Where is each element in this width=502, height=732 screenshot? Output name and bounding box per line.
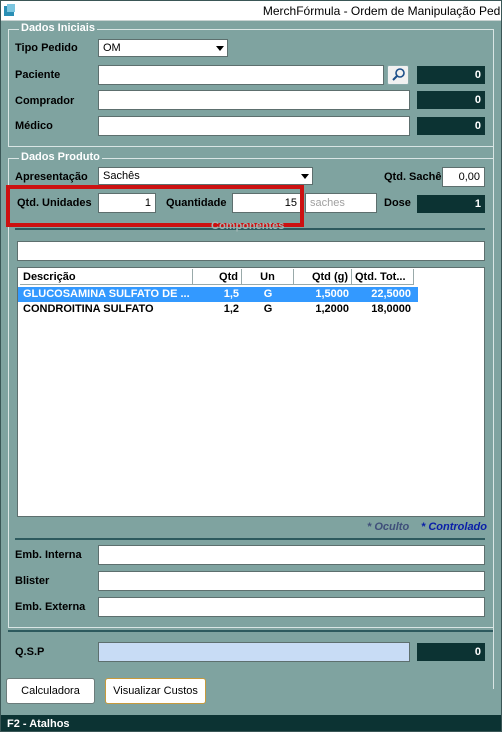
comprador-label: Comprador (15, 95, 75, 107)
blister-label: Blister (15, 575, 50, 587)
dados-produto-label: Dados Produto (19, 151, 102, 163)
order-window: MerchFórmula - Ordem de Manipulação Pedi… (0, 0, 502, 732)
column-qtd-g[interactable]: Qtd (g) (294, 269, 352, 285)
column-un[interactable]: Un (242, 269, 294, 285)
medico-label: Médico (15, 120, 53, 132)
qsp-label: Q.S.P (15, 646, 45, 658)
componentes-search-input[interactable] (17, 241, 485, 261)
column-qtd[interactable]: Qtd (193, 269, 242, 285)
cell-qtd: 1,5 (223, 288, 239, 300)
apresentacao-select[interactable]: Sachês (98, 167, 313, 185)
cell-qtd-tot: 22,5000 (371, 288, 411, 300)
tipo-pedido-label: Tipo Pedido (15, 42, 78, 54)
apresentacao-value: Sachês (103, 170, 140, 182)
legend-oculto: * Oculto (367, 521, 410, 533)
medico-counter: 0 (417, 117, 485, 135)
column-descricao[interactable]: Descrição (20, 269, 193, 285)
calculadora-button[interactable]: Calculadora (6, 678, 95, 704)
emb-externa-input[interactable] (98, 597, 485, 617)
comprador-counter: 0 (417, 91, 485, 109)
componentes-table[interactable]: Descrição Qtd Un Qtd (g) Qtd. Tot... GLU… (17, 267, 485, 517)
tipo-pedido-value: OM (103, 42, 121, 54)
tipo-pedido-select[interactable]: OM (98, 39, 228, 57)
medico-input[interactable] (98, 116, 410, 136)
right-panel-edge (493, 29, 501, 689)
dose-counter: 1 (417, 195, 485, 213)
dados-iniciais-label: Dados Iniciais (19, 22, 97, 34)
qsp-divider (8, 630, 494, 632)
table-row[interactable]: CONDROITINA SULFATO 1,2 G 1,2000 18,0000 (18, 302, 418, 317)
visualizar-custos-button[interactable]: Visualizar Custos (105, 678, 206, 704)
cell-qtd-tot: 18,0000 (371, 303, 411, 315)
componentes-label: Componentes (211, 220, 285, 232)
comprador-input[interactable] (98, 90, 410, 110)
blister-input[interactable] (98, 571, 485, 591)
embalagens-divider (15, 538, 485, 540)
paciente-input[interactable] (98, 65, 384, 85)
dose-label: Dose (384, 197, 411, 209)
app-icon (4, 4, 15, 16)
dropdown-arrow-icon (301, 174, 309, 179)
unidade-field: saches (305, 193, 377, 213)
cell-descricao: CONDROITINA SULFATO (23, 303, 154, 315)
emb-interna-input[interactable] (98, 545, 485, 565)
cell-un: G (263, 303, 273, 315)
emb-interna-label: Emb. Interna (15, 549, 82, 561)
emb-externa-label: Emb. Externa (15, 601, 86, 613)
search-icon (392, 68, 405, 81)
table-header: Descrição Qtd Un Qtd (g) Qtd. Tot... (18, 268, 484, 286)
legend-controlado: * Controlado (421, 521, 487, 533)
cell-qtd-g: 1,2000 (315, 303, 349, 315)
title-bar: MerchFórmula - Ordem de Manipulação Pedi (1, 1, 502, 21)
qtd-sache-input[interactable]: 0,00 (442, 167, 485, 187)
cell-un: G (263, 288, 273, 300)
column-qtd-tot[interactable]: Qtd. Tot... (352, 269, 414, 285)
dropdown-arrow-icon (216, 46, 224, 51)
cell-descricao: GLUCOSAMINA SULFATO DE ... (23, 288, 190, 300)
qsp-input[interactable] (98, 642, 410, 662)
qtd-sache-label: Qtd. Sachê (384, 171, 442, 183)
window-title: MerchFórmula - Ordem de Manipulação Pedi (262, 4, 502, 18)
paciente-search-button[interactable] (387, 65, 409, 85)
status-bar: F2 - Atalhos (1, 715, 501, 731)
paciente-counter: 0 (417, 66, 485, 84)
cell-qtd: 1,2 (223, 303, 239, 315)
apresentacao-label: Apresentação (15, 171, 88, 183)
qsp-counter: 0 (417, 643, 485, 661)
paciente-label: Paciente (15, 69, 61, 81)
cell-qtd-g: 1,5000 (315, 288, 349, 300)
table-row[interactable]: GLUCOSAMINA SULFATO DE ... 1,5 G 1,5000 … (18, 287, 418, 302)
